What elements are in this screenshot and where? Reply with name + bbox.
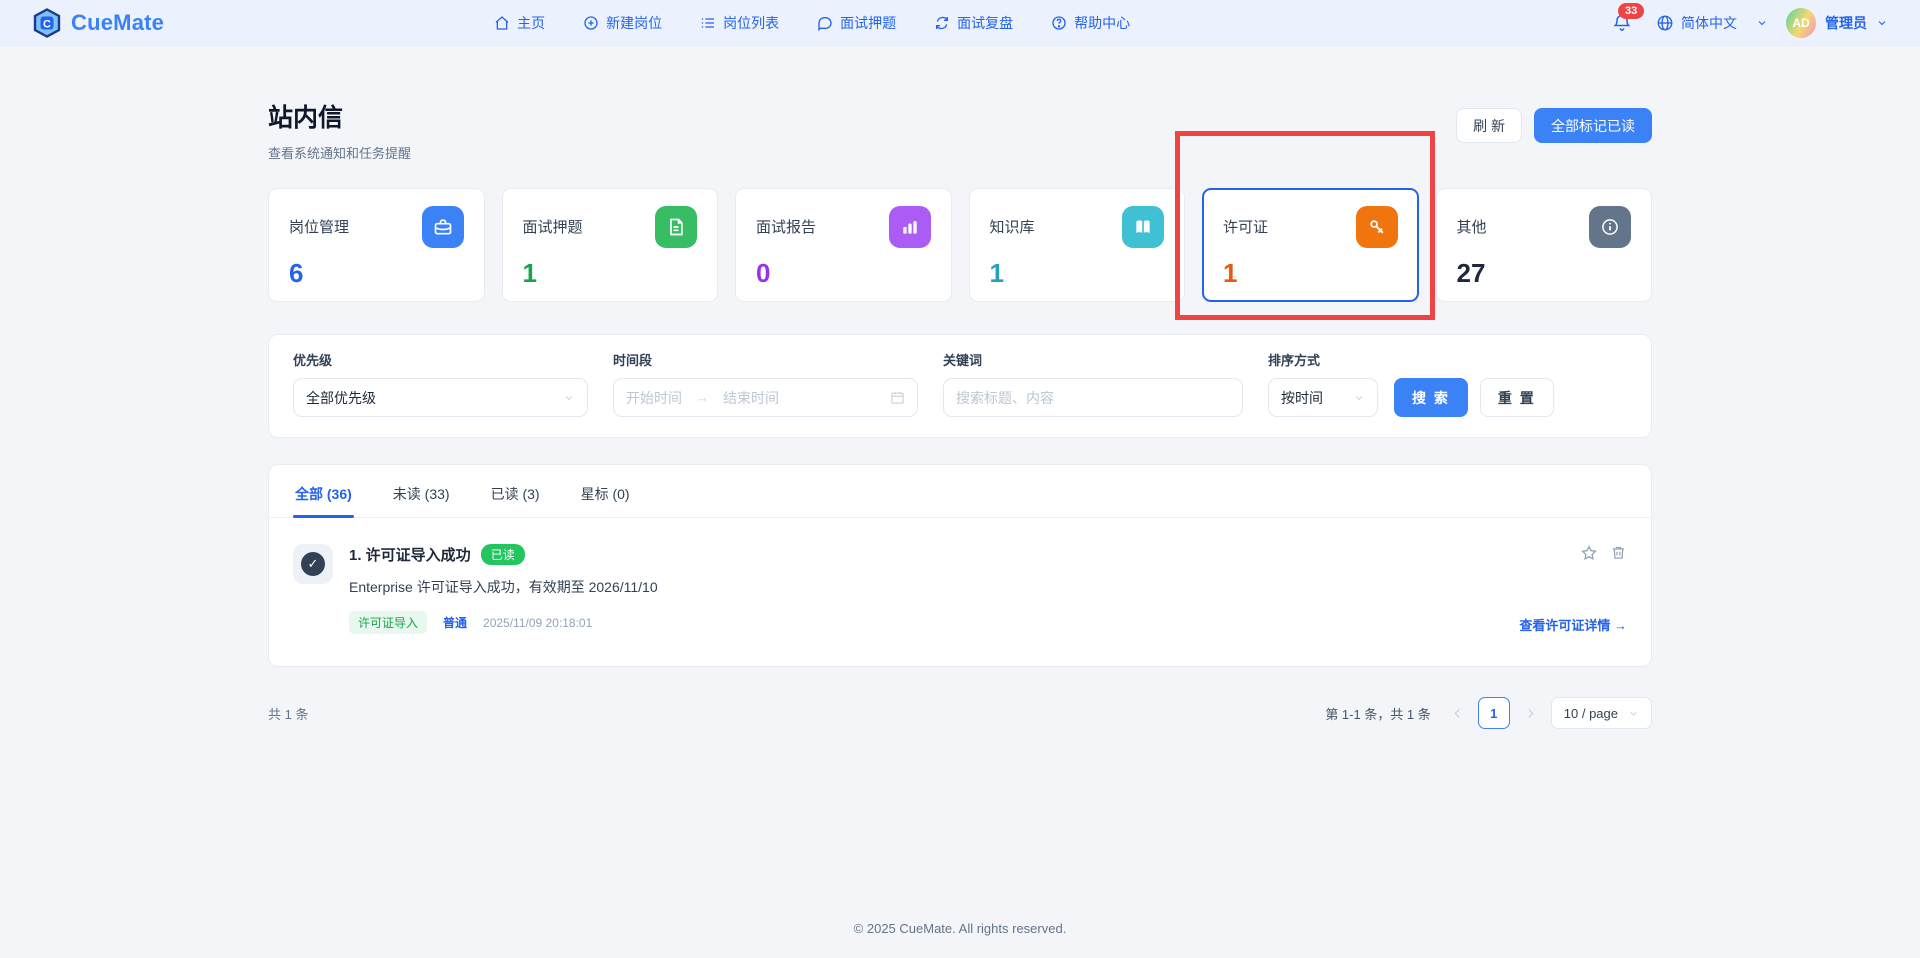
copyright-text: © 2025 CueMate. All rights reserved. <box>854 921 1067 936</box>
info-icon <box>1589 206 1631 248</box>
nav-item-help-center[interactable]: 帮助中心 <box>1051 13 1130 33</box>
page-footer: © 2025 CueMate. All rights reserved. <box>0 903 1920 958</box>
mark-all-read-button[interactable]: 全部标记已读 <box>1534 108 1652 143</box>
reset-button[interactable]: 重 置 <box>1480 378 1554 417</box>
avatar: AD <box>1786 8 1816 38</box>
page-title: 站内信 <box>268 98 411 134</box>
page-header: 站内信 查看系统通知和任务提醒 刷 新 全部标记已读 <box>268 98 1652 162</box>
bar-chart-icon <box>889 206 931 248</box>
page-subtitle: 查看系统通知和任务提醒 <box>268 143 411 162</box>
stat-card-positions[interactable]: 岗位管理 6 <box>268 188 485 302</box>
key-icon <box>1356 206 1398 248</box>
sort-label: 排序方式 <box>1268 350 1554 369</box>
tab-read[interactable]: 已读 (3) <box>489 465 542 517</box>
chevron-down-icon <box>1876 17 1888 29</box>
globe-icon <box>1656 14 1674 32</box>
navbar-right: 33 简体中文 AD 管理员 <box>1606 8 1888 38</box>
stat-card-other[interactable]: 其他 27 <box>1436 188 1653 302</box>
main-content: 站内信 查看系统通知和任务提醒 刷 新 全部标记已读 岗位管理 6 面试押题 <box>268 46 1652 729</box>
home-icon <box>494 15 510 31</box>
main-nav: 主页 新建岗位 岗位列表 面试押题 面试复盘 帮助中心 <box>494 13 1130 33</box>
language-label: 简体中文 <box>1681 13 1737 33</box>
stat-count: 1 <box>523 258 698 289</box>
star-icon[interactable] <box>1580 544 1598 562</box>
message-title: 1. 许可证导入成功 <box>349 544 471 565</box>
nav-item-interview-questions[interactable]: 面试押题 <box>817 13 896 33</box>
cuemate-logo-icon: C <box>32 8 62 38</box>
pagination-range-label: 第 1-1 条，共 1 条 <box>1325 704 1430 723</box>
filter-bar: 优先级 全部优先级 时间段 开始时间 → 结束时间 关键词 搜索标题、内容 排序… <box>268 334 1652 438</box>
language-selector[interactable]: 简体中文 <box>1656 13 1768 33</box>
page-size-select[interactable]: 10 / page <box>1551 697 1652 729</box>
refresh-icon <box>934 15 950 31</box>
list-icon <box>700 15 716 31</box>
period-label: 时间段 <box>613 350 918 369</box>
tab-unread[interactable]: 未读 (33) <box>391 465 452 517</box>
briefcase-icon <box>422 206 464 248</box>
nav-item-position-list[interactable]: 岗位列表 <box>700 13 779 33</box>
nav-item-home[interactable]: 主页 <box>494 13 545 33</box>
range-arrow-icon: → <box>696 390 709 405</box>
page-number-button[interactable]: 1 <box>1478 697 1510 729</box>
check-icon: ✓ <box>301 552 325 576</box>
user-role-label: 管理员 <box>1825 13 1867 33</box>
notification-bell-button[interactable]: 33 <box>1606 9 1638 37</box>
start-date-input[interactable]: 开始时间 <box>626 388 682 408</box>
top-navbar: C CueMate 主页 新建岗位 岗位列表 面试押题 面试复盘 帮助中心 <box>0 0 1920 46</box>
plus-circle-icon <box>583 15 599 31</box>
date-range-picker[interactable]: 开始时间 → 结束时间 <box>613 378 918 417</box>
calendar-icon <box>890 390 905 405</box>
stat-card-license[interactable]: 许可证 1 <box>1202 188 1419 302</box>
message-tabs: 全部 (36) 未读 (33) 已读 (3) 星标 (0) <box>269 465 1651 518</box>
chevron-down-icon <box>1628 708 1639 719</box>
message-list-card: 全部 (36) 未读 (33) 已读 (3) 星标 (0) ✓ 1. 许可证导入… <box>268 464 1652 667</box>
read-status-icon: ✓ <box>293 544 333 584</box>
stat-count: 27 <box>1457 258 1632 289</box>
trash-icon[interactable] <box>1610 544 1627 562</box>
pagination-row: 共 1 条 第 1-1 条，共 1 条 1 10 / page <box>268 697 1652 729</box>
stat-card-interview-questions[interactable]: 面试押题 1 <box>502 188 719 302</box>
notification-count-badge: 33 <box>1618 3 1644 19</box>
chat-icon <box>817 15 833 31</box>
stat-count: 6 <box>289 258 464 289</box>
user-menu[interactable]: AD 管理员 <box>1786 8 1888 38</box>
stat-card-interview-reports[interactable]: 面试报告 0 <box>735 188 952 302</box>
stat-card-knowledge-base[interactable]: 知识库 1 <box>969 188 1186 302</box>
keyword-label: 关键词 <box>943 350 1243 369</box>
refresh-button[interactable]: 刷 新 <box>1456 108 1522 143</box>
stat-cards-row: 岗位管理 6 面试押题 1 面试报告 0 <box>268 188 1652 302</box>
keyword-input[interactable]: 搜索标题、内容 <box>943 378 1243 417</box>
book-icon <box>1122 206 1164 248</box>
question-circle-icon <box>1051 15 1067 31</box>
prev-page-button[interactable] <box>1449 707 1466 720</box>
tab-all[interactable]: 全部 (36) <box>293 465 354 517</box>
view-license-detail-link[interactable]: 查看许可证详情 → <box>1519 615 1627 634</box>
brand-name: CueMate <box>71 10 164 36</box>
nav-item-new-position[interactable]: 新建岗位 <box>583 13 662 33</box>
message-priority: 普通 <box>443 614 467 631</box>
end-date-input[interactable]: 结束时间 <box>723 388 779 408</box>
message-tag: 许可证导入 <box>349 611 427 634</box>
svg-text:C: C <box>43 18 51 30</box>
document-icon <box>655 206 697 248</box>
tab-starred[interactable]: 星标 (0) <box>579 465 632 517</box>
next-page-button[interactable] <box>1522 707 1539 720</box>
message-item[interactable]: ✓ 1. 许可证导入成功 已读 Enterprise 许可证导入成功，有效期至 … <box>269 518 1651 658</box>
priority-label: 优先级 <box>293 350 588 369</box>
priority-select[interactable]: 全部优先级 <box>293 378 588 417</box>
chevron-down-icon <box>1756 17 1768 29</box>
nav-item-interview-review[interactable]: 面试复盘 <box>934 13 1013 33</box>
brand-logo[interactable]: C CueMate <box>32 8 164 38</box>
message-timestamp: 2025/11/09 20:18:01 <box>483 616 592 630</box>
search-button[interactable]: 搜 索 <box>1394 378 1468 417</box>
chevron-down-icon <box>1353 392 1365 404</box>
chevron-down-icon <box>563 392 575 404</box>
total-count-label: 共 1 条 <box>268 704 308 723</box>
stat-count: 0 <box>756 258 931 289</box>
stat-count: 1 <box>1223 258 1398 289</box>
read-badge: 已读 <box>481 544 525 565</box>
sort-select[interactable]: 按时间 <box>1268 378 1378 417</box>
stat-count: 1 <box>990 258 1165 289</box>
message-description: Enterprise 许可证导入成功，有效期至 2026/11/10 <box>349 577 1519 597</box>
